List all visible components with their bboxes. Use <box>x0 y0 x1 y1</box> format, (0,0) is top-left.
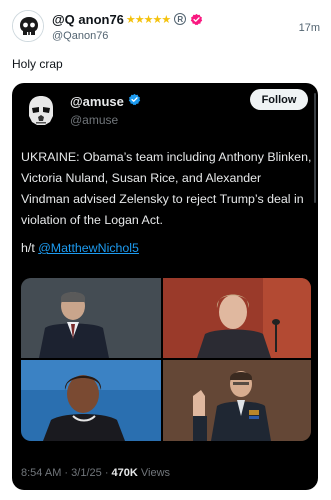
photo-man-in-uniform[interactable] <box>163 360 311 441</box>
author-names: @Q anon76 ★★★★★ R @Qanon76 <box>52 11 203 42</box>
photo-woman-red-background[interactable] <box>163 278 311 358</box>
follow-button[interactable]: Follow <box>250 89 308 110</box>
embedded-tweet-card[interactable]: @amuse @amuse Follow UKRAINE: Obama’s te… <box>12 83 318 490</box>
photo-woman-blue-background[interactable] <box>21 360 161 441</box>
pink-checkmark-badge-icon <box>190 13 203 26</box>
meta-separator-2: · <box>104 467 109 479</box>
embed-avatar[interactable] <box>21 91 61 131</box>
post-timestamp[interactable]: 17m <box>299 22 320 34</box>
media-grid[interactable] <box>21 278 311 441</box>
registered-mark-icon: R <box>174 13 187 25</box>
embed-meta-line: 8:54 AM · 3/1/25 · 470K Views <box>21 467 170 479</box>
mention-link[interactable]: @MatthewNichol5 <box>38 241 139 255</box>
post-header: @Q anon76 ★★★★★ R @Qanon76 17m <box>12 10 320 46</box>
hat-tip-prefix: h/t <box>21 241 39 255</box>
display-name-row: @Q anon76 ★★★★★ R <box>52 11 203 27</box>
display-name[interactable]: @Q anon76 <box>52 12 124 27</box>
embed-date[interactable]: 3/1/25 <box>71 467 102 479</box>
hat-tip-line: h/t @MatthewNichol5 <box>21 241 139 255</box>
embed-author-names: @amuse @amuse <box>70 93 141 127</box>
user-handle[interactable]: @Qanon76 <box>52 30 203 42</box>
meta-separator: · <box>64 467 69 479</box>
post-text: Holy crap <box>12 57 63 71</box>
star-emoji-icons: ★★★★★ <box>125 13 171 26</box>
embed-time[interactable]: 8:54 AM <box>21 467 61 479</box>
embed-handle[interactable]: @amuse <box>70 113 141 127</box>
views-count: 470K <box>111 467 138 479</box>
embed-scrollbar[interactable] <box>314 93 316 203</box>
skull-sticker-icon <box>13 11 43 41</box>
views-label: Views <box>140 467 171 479</box>
stormtrooper-helmet-icon <box>21 91 61 131</box>
verified-checkmark-icon <box>128 93 141 109</box>
embed-tweet-text: UKRAINE: Obama’s team including Anthony … <box>21 150 312 227</box>
user-avatar[interactable] <box>12 10 44 42</box>
embed-display-row: @amuse <box>70 93 141 109</box>
embed-display-name[interactable]: @amuse <box>70 94 124 109</box>
photo-man-in-suit[interactable] <box>21 278 161 358</box>
